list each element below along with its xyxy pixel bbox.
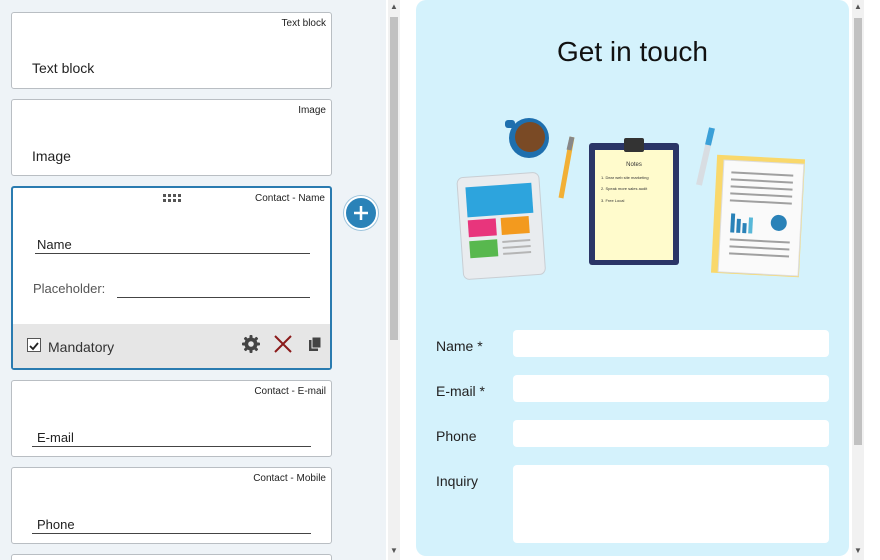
card-type-label: Contact - E-mail xyxy=(254,386,326,397)
editor-scrollbar[interactable]: ▲ ▼ xyxy=(388,0,400,560)
contact-mobile-card[interactable]: Contact - Mobile Phone xyxy=(11,467,332,544)
card-title-underline xyxy=(32,533,311,534)
form-title: Get in touch xyxy=(557,36,708,67)
card-title-underline xyxy=(32,446,311,447)
email-label: E-mail * xyxy=(436,383,486,399)
report-folder-icon xyxy=(710,154,806,278)
scroll-up-arrow[interactable]: ▲ xyxy=(852,0,864,14)
next-card[interactable] xyxy=(11,554,332,560)
plus-icon xyxy=(354,206,368,220)
card-type-label: Image xyxy=(298,105,326,116)
scroll-down-arrow[interactable]: ▼ xyxy=(852,544,864,558)
placeholder-label: Placeholder: xyxy=(33,281,106,296)
scrollbar-thumb[interactable] xyxy=(854,18,862,445)
field-name-input[interactable]: Name xyxy=(37,237,72,252)
contact-email-card[interactable]: Contact - E-mail E-mail xyxy=(11,380,332,457)
scroll-down-arrow[interactable]: ▼ xyxy=(388,544,400,558)
mandatory-label: Mandatory xyxy=(48,339,115,355)
preview-scrollbar[interactable]: ▲ ▼ xyxy=(852,0,864,560)
card-footer-toolbar: Mandatory xyxy=(13,324,330,368)
notes-line-3: 3. Free Local xyxy=(601,198,624,203)
card-type-label: Contact - Mobile xyxy=(253,473,326,484)
notes-heading: Notes xyxy=(626,162,642,168)
name-input[interactable] xyxy=(513,330,829,357)
add-field-button[interactable] xyxy=(344,196,378,230)
office-illustration: Notes 1. Dear web site marketing 2. Spea… xyxy=(456,118,806,280)
email-input[interactable] xyxy=(513,375,829,402)
phone-input[interactable] xyxy=(513,420,829,447)
card-title: E-mail xyxy=(37,430,74,445)
pen-icon xyxy=(696,127,715,186)
name-label: Name * xyxy=(436,338,483,354)
card-title: Phone xyxy=(37,517,75,532)
card-title: Text block xyxy=(32,60,95,76)
notes-line-2: 2. Speak more sales audit xyxy=(601,186,648,191)
scrollbar-thumb[interactable] xyxy=(390,17,398,340)
card-title: Image xyxy=(32,148,71,164)
pencil-icon xyxy=(558,136,575,199)
text-block-card[interactable]: Text block Text block xyxy=(11,12,332,89)
tablet-icon xyxy=(456,172,546,280)
form-preview-panel: Get in touch Notes 1. Dear web site mark… xyxy=(416,0,849,556)
scroll-up-arrow[interactable]: ▲ xyxy=(388,0,400,14)
card-type-label: Text block xyxy=(281,18,326,29)
form-editor-panel: Text block Text block Image Image Contac… xyxy=(0,0,386,560)
checkmark-icon xyxy=(29,342,39,351)
contact-name-card[interactable]: Contact - Name Name Placeholder: Mandato… xyxy=(11,186,332,370)
phone-label: Phone xyxy=(436,428,477,444)
close-icon[interactable] xyxy=(273,334,293,354)
copy-icon[interactable] xyxy=(305,334,325,354)
gear-icon[interactable] xyxy=(241,334,261,354)
mandatory-checkbox[interactable] xyxy=(27,338,41,352)
inquiry-textarea[interactable] xyxy=(513,465,829,543)
clipboard-icon: Notes 1. Dear web site marketing 2. Spea… xyxy=(589,138,679,265)
card-type-label: Contact - Name xyxy=(254,193,325,204)
notes-line-1: 1. Dear web site marketing xyxy=(601,175,649,180)
inquiry-label: Inquiry xyxy=(436,473,479,489)
coffee-cup-icon xyxy=(505,118,549,158)
placeholder-input[interactable] xyxy=(117,297,310,298)
drag-handle-icon[interactable] xyxy=(163,194,185,204)
field-name-underline xyxy=(35,253,310,254)
image-card[interactable]: Image Image xyxy=(11,99,332,176)
